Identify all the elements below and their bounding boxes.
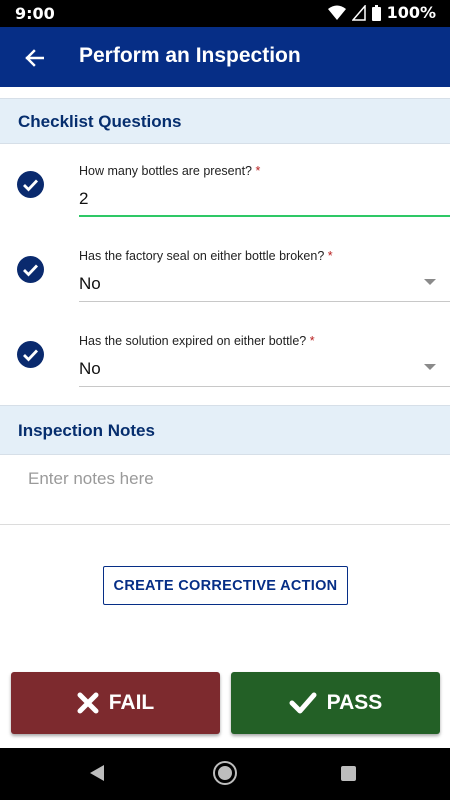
pass-label: PASS [326, 691, 383, 714]
status-icons: 100% [327, 3, 436, 22]
checklist-header-title: Checklist Questions [18, 112, 182, 131]
checklist-section-header: Checklist Questions [0, 98, 450, 144]
system-nav-bar [0, 748, 450, 800]
notes-header-title: Inspection Notes [18, 421, 155, 440]
check-circle-icon [17, 171, 44, 198]
battery-percent: 100% [386, 3, 436, 22]
chevron-down-icon[interactable] [424, 364, 436, 370]
question-seal-broken: Has the factory seal on either bottle br… [0, 235, 450, 320]
page-title: Perform an Inspection [79, 44, 301, 67]
select-underline [79, 301, 450, 302]
fail-label: FAIL [108, 691, 155, 714]
check-circle-icon [17, 256, 44, 283]
create-corrective-action-button[interactable]: CREATE CORRECTIVE ACTION [103, 566, 348, 605]
check-icon [289, 692, 317, 714]
cell-signal-icon [351, 4, 366, 21]
arrow-left-icon [25, 49, 44, 67]
notes-area [0, 455, 450, 525]
battery-icon [371, 4, 381, 21]
question-bottle-count: How many bottles are present? * 2 [0, 150, 450, 235]
app-bar: Perform an Inspection [0, 27, 450, 87]
question-solution-expired: Has the solution expired on either bottl… [0, 320, 450, 405]
status-time: 9:00 [15, 4, 55, 23]
seal-broken-select[interactable]: No [79, 274, 101, 294]
status-bar: 9:00 100% [0, 0, 450, 27]
question-label: Has the factory seal on either bottle br… [79, 249, 333, 263]
back-button[interactable] [16, 40, 52, 76]
input-underline [79, 215, 450, 217]
nav-recents-icon[interactable] [341, 766, 356, 781]
notes-section-header: Inspection Notes [0, 405, 450, 455]
notes-input[interactable] [28, 469, 428, 509]
nav-home-icon[interactable] [215, 763, 235, 783]
wifi-icon [327, 5, 346, 20]
fail-button[interactable]: FAIL [11, 672, 220, 734]
bottle-count-input[interactable]: 2 [79, 189, 88, 209]
check-circle-icon [17, 341, 44, 368]
solution-expired-select[interactable]: No [79, 359, 101, 379]
question-label: How many bottles are present? * [79, 164, 261, 178]
close-icon [77, 692, 99, 714]
pass-button[interactable]: PASS [231, 672, 440, 734]
chevron-down-icon[interactable] [424, 279, 436, 285]
question-label: Has the solution expired on either bottl… [79, 334, 315, 348]
select-underline [79, 386, 450, 387]
nav-back-icon[interactable] [90, 765, 104, 781]
